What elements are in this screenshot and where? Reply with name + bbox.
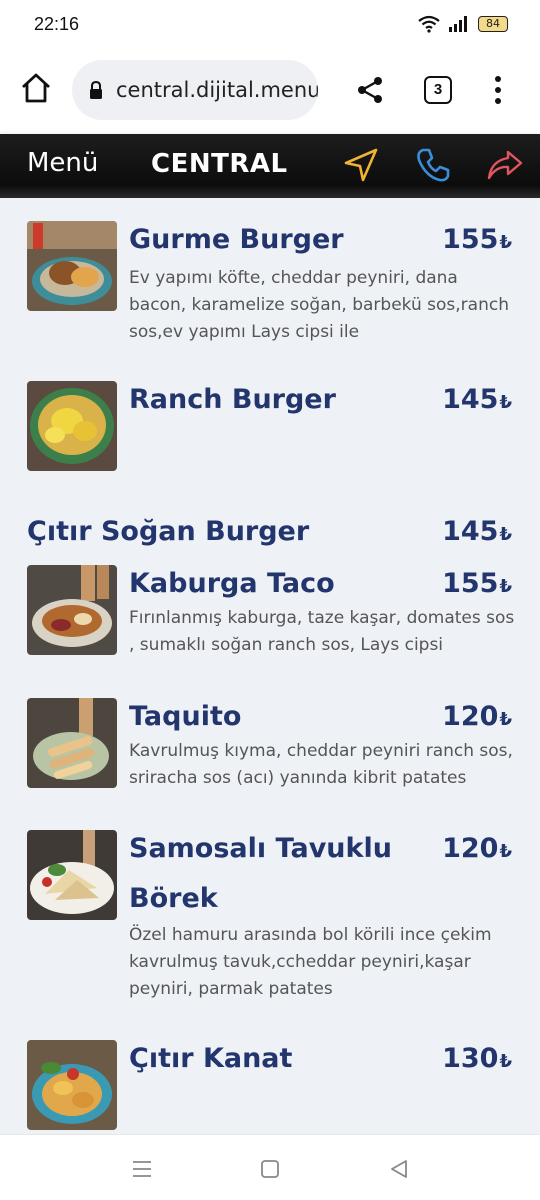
item-price: 155₺ <box>442 224 512 255</box>
system-navigation-bar <box>0 1134 540 1200</box>
menu-item[interactable]: Ranch Burger 145₺ <box>27 381 517 473</box>
lock-icon <box>90 80 102 99</box>
signal-icon <box>449 16 467 32</box>
battery-indicator: 84 <box>478 16 508 32</box>
site-header: Menü CENTRAL <box>0 134 540 198</box>
recent-apps-icon[interactable] <box>130 1157 154 1181</box>
more-options-icon[interactable] <box>488 74 508 106</box>
food-thumbnail <box>27 1040 117 1130</box>
share-icon[interactable] <box>354 74 386 106</box>
item-name: Börek <box>129 883 218 914</box>
menu-item[interactable]: Gurme Burger 155₺ Ev yapımı köfte, chedd… <box>27 221 517 361</box>
item-name: Gurme Burger <box>129 224 344 255</box>
item-price: 130₺ <box>442 1043 512 1074</box>
brand-title: CENTRAL <box>151 149 288 179</box>
item-name: Samosalı Tavuklu <box>129 833 392 864</box>
status-icons: 84 <box>418 15 508 33</box>
item-description: Özel hamuru arasında bol körili ince çek… <box>129 925 492 999</box>
menu-link[interactable]: Menü <box>27 148 98 178</box>
url-text: central.dijital.menu <box>116 78 318 102</box>
item-price: 145₺ <box>442 384 512 415</box>
back-icon[interactable] <box>387 1157 411 1181</box>
home-icon[interactable] <box>18 70 54 106</box>
menu-list: Gurme Burger 155₺ Ev yapımı köfte, chedd… <box>0 198 540 1134</box>
item-price: 145₺ <box>442 516 512 547</box>
food-thumbnail <box>27 381 117 471</box>
food-thumbnail <box>27 565 117 655</box>
status-time: 22:16 <box>34 13 80 34</box>
menu-item[interactable]: Taquito 120₺ Kavrulmuş kıyma, cheddar pe… <box>27 698 517 808</box>
tab-switcher-button[interactable]: 3 <box>424 76 452 104</box>
item-description: Kavrulmuş kıyma, cheddar peyniri ranch s… <box>129 741 513 788</box>
menu-item[interactable]: Çıtır Kanat 130₺ <box>27 1040 517 1132</box>
wifi-icon <box>418 15 440 33</box>
menu-item[interactable]: Samosalı Tavuklu Börek 120₺ Özel hamuru … <box>27 830 517 1010</box>
food-thumbnail <box>27 698 117 788</box>
status-bar: 22:16 84 <box>0 0 540 48</box>
item-name[interactable]: Çıtır Soğan Burger <box>27 507 309 557</box>
item-price: 120₺ <box>442 833 512 864</box>
item-name: Taquito <box>129 701 242 732</box>
item-description: Fırınlanmış kaburga, taze kaşar, domates… <box>129 608 515 655</box>
browser-toolbar: central.dijital.menu 3 <box>0 48 540 134</box>
menu-item[interactable]: Kaburga Taco 155₺ Fırınlanmış kaburga, t… <box>27 565 517 675</box>
home-nav-icon[interactable] <box>258 1157 282 1181</box>
address-bar[interactable]: central.dijital.menu <box>72 60 318 120</box>
item-name: Ranch Burger <box>129 384 336 415</box>
food-thumbnail <box>27 830 117 920</box>
location-icon[interactable] <box>342 146 380 184</box>
share-arrow-icon[interactable] <box>486 146 524 184</box>
item-name: Kaburga Taco <box>129 568 335 599</box>
food-thumbnail <box>27 221 117 311</box>
item-name: Çıtır Kanat <box>129 1043 293 1074</box>
item-description: Ev yapımı köfte, cheddar peyniri, dana b… <box>129 268 509 342</box>
phone-icon[interactable] <box>414 146 452 184</box>
